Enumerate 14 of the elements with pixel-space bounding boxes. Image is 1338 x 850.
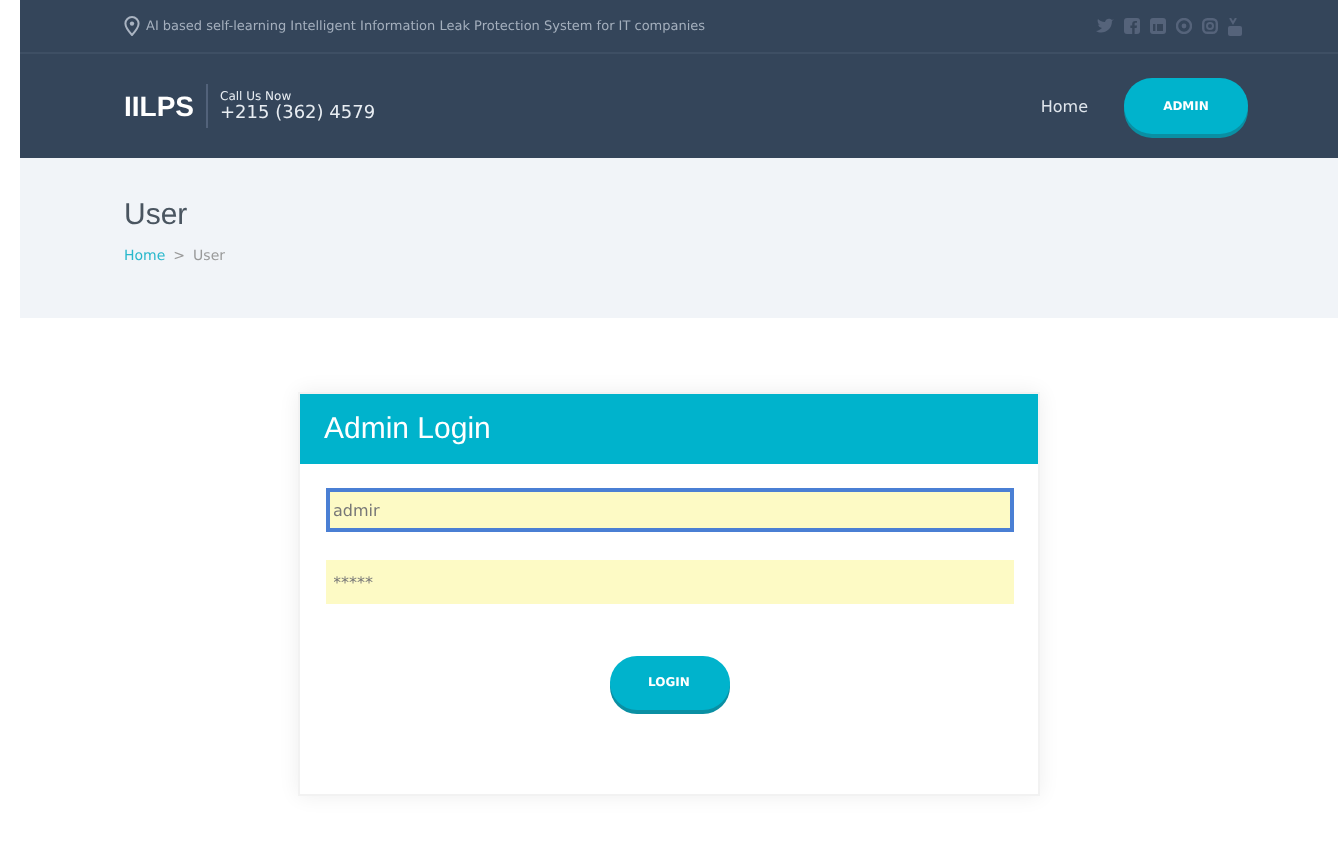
youtube-icon[interactable] xyxy=(1228,17,1242,35)
page-title: User xyxy=(124,198,190,232)
facebook-icon[interactable] xyxy=(1124,18,1140,34)
phone-number: +215 (362) 4579 xyxy=(220,103,376,123)
location-pin-icon xyxy=(124,16,140,36)
logo[interactable]: IILPS xyxy=(124,84,209,128)
circle-logo-icon[interactable] xyxy=(1176,18,1192,34)
linkedin-icon[interactable] xyxy=(1150,18,1166,34)
input-field[interactable]: admir xyxy=(325,488,1013,532)
twitter-icon[interactable] xyxy=(1096,18,1114,34)
instagram-icon[interactable] xyxy=(1202,18,1218,34)
input-field[interactable]: ***** xyxy=(325,560,1013,604)
login-title: Admin Login xyxy=(324,412,491,446)
nav-link[interactable]: Home xyxy=(1040,97,1088,115)
